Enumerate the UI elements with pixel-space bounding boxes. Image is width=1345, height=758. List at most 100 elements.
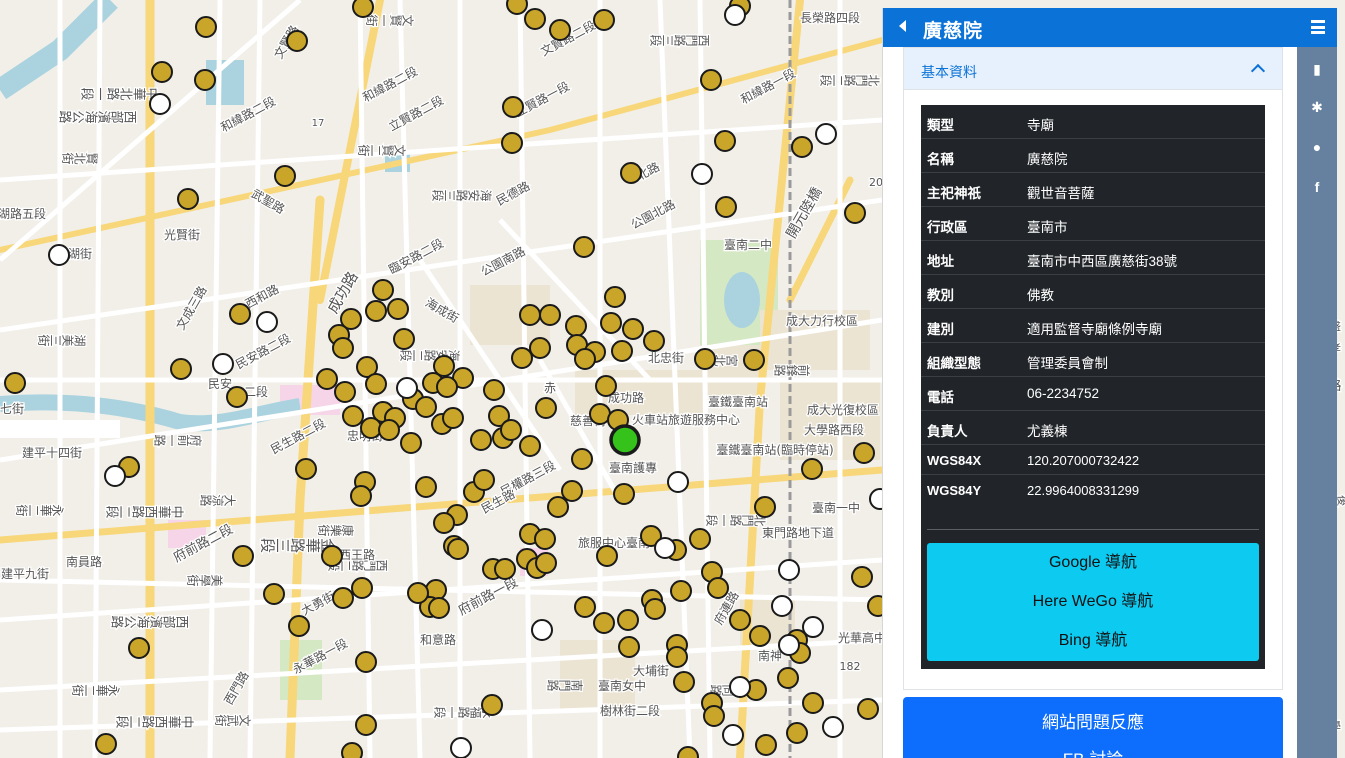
- temple-marker[interactable]: [433, 512, 455, 534]
- temple-marker[interactable]: [128, 637, 150, 659]
- temple-marker[interactable]: [170, 358, 192, 380]
- feedback-button[interactable]: 網站問題反應: [903, 708, 1283, 733]
- temple-marker[interactable]: [519, 435, 541, 457]
- temple-marker[interactable]: [565, 315, 587, 337]
- temple-marker[interactable]: [853, 442, 875, 464]
- temple-marker[interactable]: [288, 615, 310, 637]
- temple-marker[interactable]: [286, 30, 308, 52]
- github-icon[interactable]: ●: [1309, 139, 1325, 155]
- temple-marker[interactable]: [428, 597, 450, 619]
- temple-marker[interactable]: [524, 8, 546, 30]
- temple-marker[interactable]: [534, 528, 556, 550]
- temple-marker[interactable]: [643, 330, 665, 352]
- google-nav-button[interactable]: Google 導航: [927, 548, 1259, 578]
- temple-marker[interactable]: [673, 671, 695, 693]
- temple-marker[interactable]: [473, 469, 495, 491]
- temple-marker-empty[interactable]: [667, 471, 689, 493]
- temple-marker[interactable]: [352, 0, 374, 18]
- temple-marker[interactable]: [707, 577, 729, 599]
- temple-marker[interactable]: [274, 165, 296, 187]
- temple-marker[interactable]: [483, 379, 505, 401]
- temple-marker[interactable]: [596, 545, 618, 567]
- herewego-nav-button[interactable]: Here WeGo 導航: [927, 587, 1259, 617]
- hamburger-menu-icon[interactable]: [1311, 20, 1325, 34]
- temple-marker[interactable]: [194, 69, 216, 91]
- temple-marker[interactable]: [321, 545, 343, 567]
- temple-marker[interactable]: [365, 373, 387, 395]
- temple-marker[interactable]: [494, 558, 516, 580]
- temple-marker[interactable]: [334, 381, 356, 403]
- temple-marker[interactable]: [195, 16, 217, 38]
- temple-marker-empty[interactable]: [531, 619, 553, 641]
- temple-marker[interactable]: [355, 651, 377, 673]
- temple-marker[interactable]: [387, 298, 409, 320]
- temple-marker[interactable]: [754, 496, 776, 518]
- temple-marker[interactable]: [694, 348, 716, 370]
- temple-marker[interactable]: [644, 598, 666, 620]
- temple-marker[interactable]: [547, 496, 569, 518]
- book-icon[interactable]: ▮: [1309, 61, 1325, 77]
- selected-temple-marker[interactable]: [609, 424, 641, 456]
- temple-marker[interactable]: [749, 625, 771, 647]
- temple-marker[interactable]: [715, 196, 737, 218]
- temple-marker[interactable]: [620, 162, 642, 184]
- temple-marker[interactable]: [857, 698, 879, 720]
- temple-marker-empty[interactable]: [778, 634, 800, 656]
- temple-marker[interactable]: [618, 636, 640, 658]
- temple-marker-empty[interactable]: [724, 4, 746, 26]
- temple-marker[interactable]: [341, 742, 363, 758]
- temple-marker[interactable]: [519, 304, 541, 326]
- accordion-basic-info[interactable]: 基本資料: [903, 47, 1283, 90]
- temple-marker-empty[interactable]: [396, 377, 418, 399]
- temple-marker-empty[interactable]: [802, 616, 824, 638]
- temple-marker[interactable]: [332, 337, 354, 359]
- temple-marker[interactable]: [755, 734, 777, 756]
- temple-marker[interactable]: [535, 397, 557, 419]
- temple-marker[interactable]: [351, 577, 373, 599]
- temple-marker[interactable]: [372, 279, 394, 301]
- temple-marker[interactable]: [574, 596, 596, 618]
- chevron-up-icon[interactable]: [1250, 63, 1266, 79]
- temple-marker[interactable]: [442, 407, 464, 429]
- gear-icon[interactable]: ✱: [1309, 99, 1325, 115]
- temple-marker[interactable]: [500, 419, 522, 441]
- temple-marker[interactable]: [593, 9, 615, 31]
- temple-marker[interactable]: [407, 582, 429, 604]
- temple-marker[interactable]: [378, 419, 400, 441]
- temple-marker[interactable]: [360, 417, 382, 439]
- temple-marker[interactable]: [600, 312, 622, 334]
- temple-marker[interactable]: [670, 580, 692, 602]
- temple-marker[interactable]: [177, 188, 199, 210]
- temple-marker[interactable]: [851, 566, 873, 588]
- temple-marker[interactable]: [714, 130, 736, 152]
- temple-marker[interactable]: [573, 236, 595, 258]
- temple-marker[interactable]: [415, 476, 437, 498]
- temple-marker[interactable]: [263, 583, 285, 605]
- temple-marker[interactable]: [777, 667, 799, 689]
- facebook-icon[interactable]: f: [1309, 179, 1325, 195]
- temple-marker[interactable]: [844, 202, 866, 224]
- temple-marker[interactable]: [502, 96, 524, 118]
- temple-marker[interactable]: [729, 609, 751, 631]
- temple-marker[interactable]: [95, 733, 117, 755]
- bing-nav-button[interactable]: Bing 導航: [927, 626, 1259, 656]
- temple-marker[interactable]: [501, 132, 523, 154]
- temple-marker-empty[interactable]: [771, 595, 793, 617]
- temple-marker[interactable]: [511, 347, 533, 369]
- temple-marker[interactable]: [689, 528, 711, 550]
- temple-marker[interactable]: [802, 692, 824, 714]
- temple-marker-empty[interactable]: [149, 93, 171, 115]
- temple-marker[interactable]: [574, 348, 596, 370]
- temple-marker-empty[interactable]: [729, 676, 751, 698]
- temple-marker[interactable]: [611, 340, 633, 362]
- temple-marker-empty[interactable]: [104, 465, 126, 487]
- temple-marker-empty[interactable]: [722, 724, 744, 746]
- temple-marker[interactable]: [436, 376, 458, 398]
- temple-marker-empty[interactable]: [48, 244, 70, 266]
- temple-marker[interactable]: [593, 612, 615, 634]
- temple-marker-empty[interactable]: [691, 163, 713, 185]
- temple-marker[interactable]: [791, 136, 813, 158]
- fb-discuss-button[interactable]: FB 討論: [903, 745, 1283, 758]
- temple-marker[interactable]: [365, 300, 387, 322]
- temple-marker[interactable]: [415, 396, 437, 418]
